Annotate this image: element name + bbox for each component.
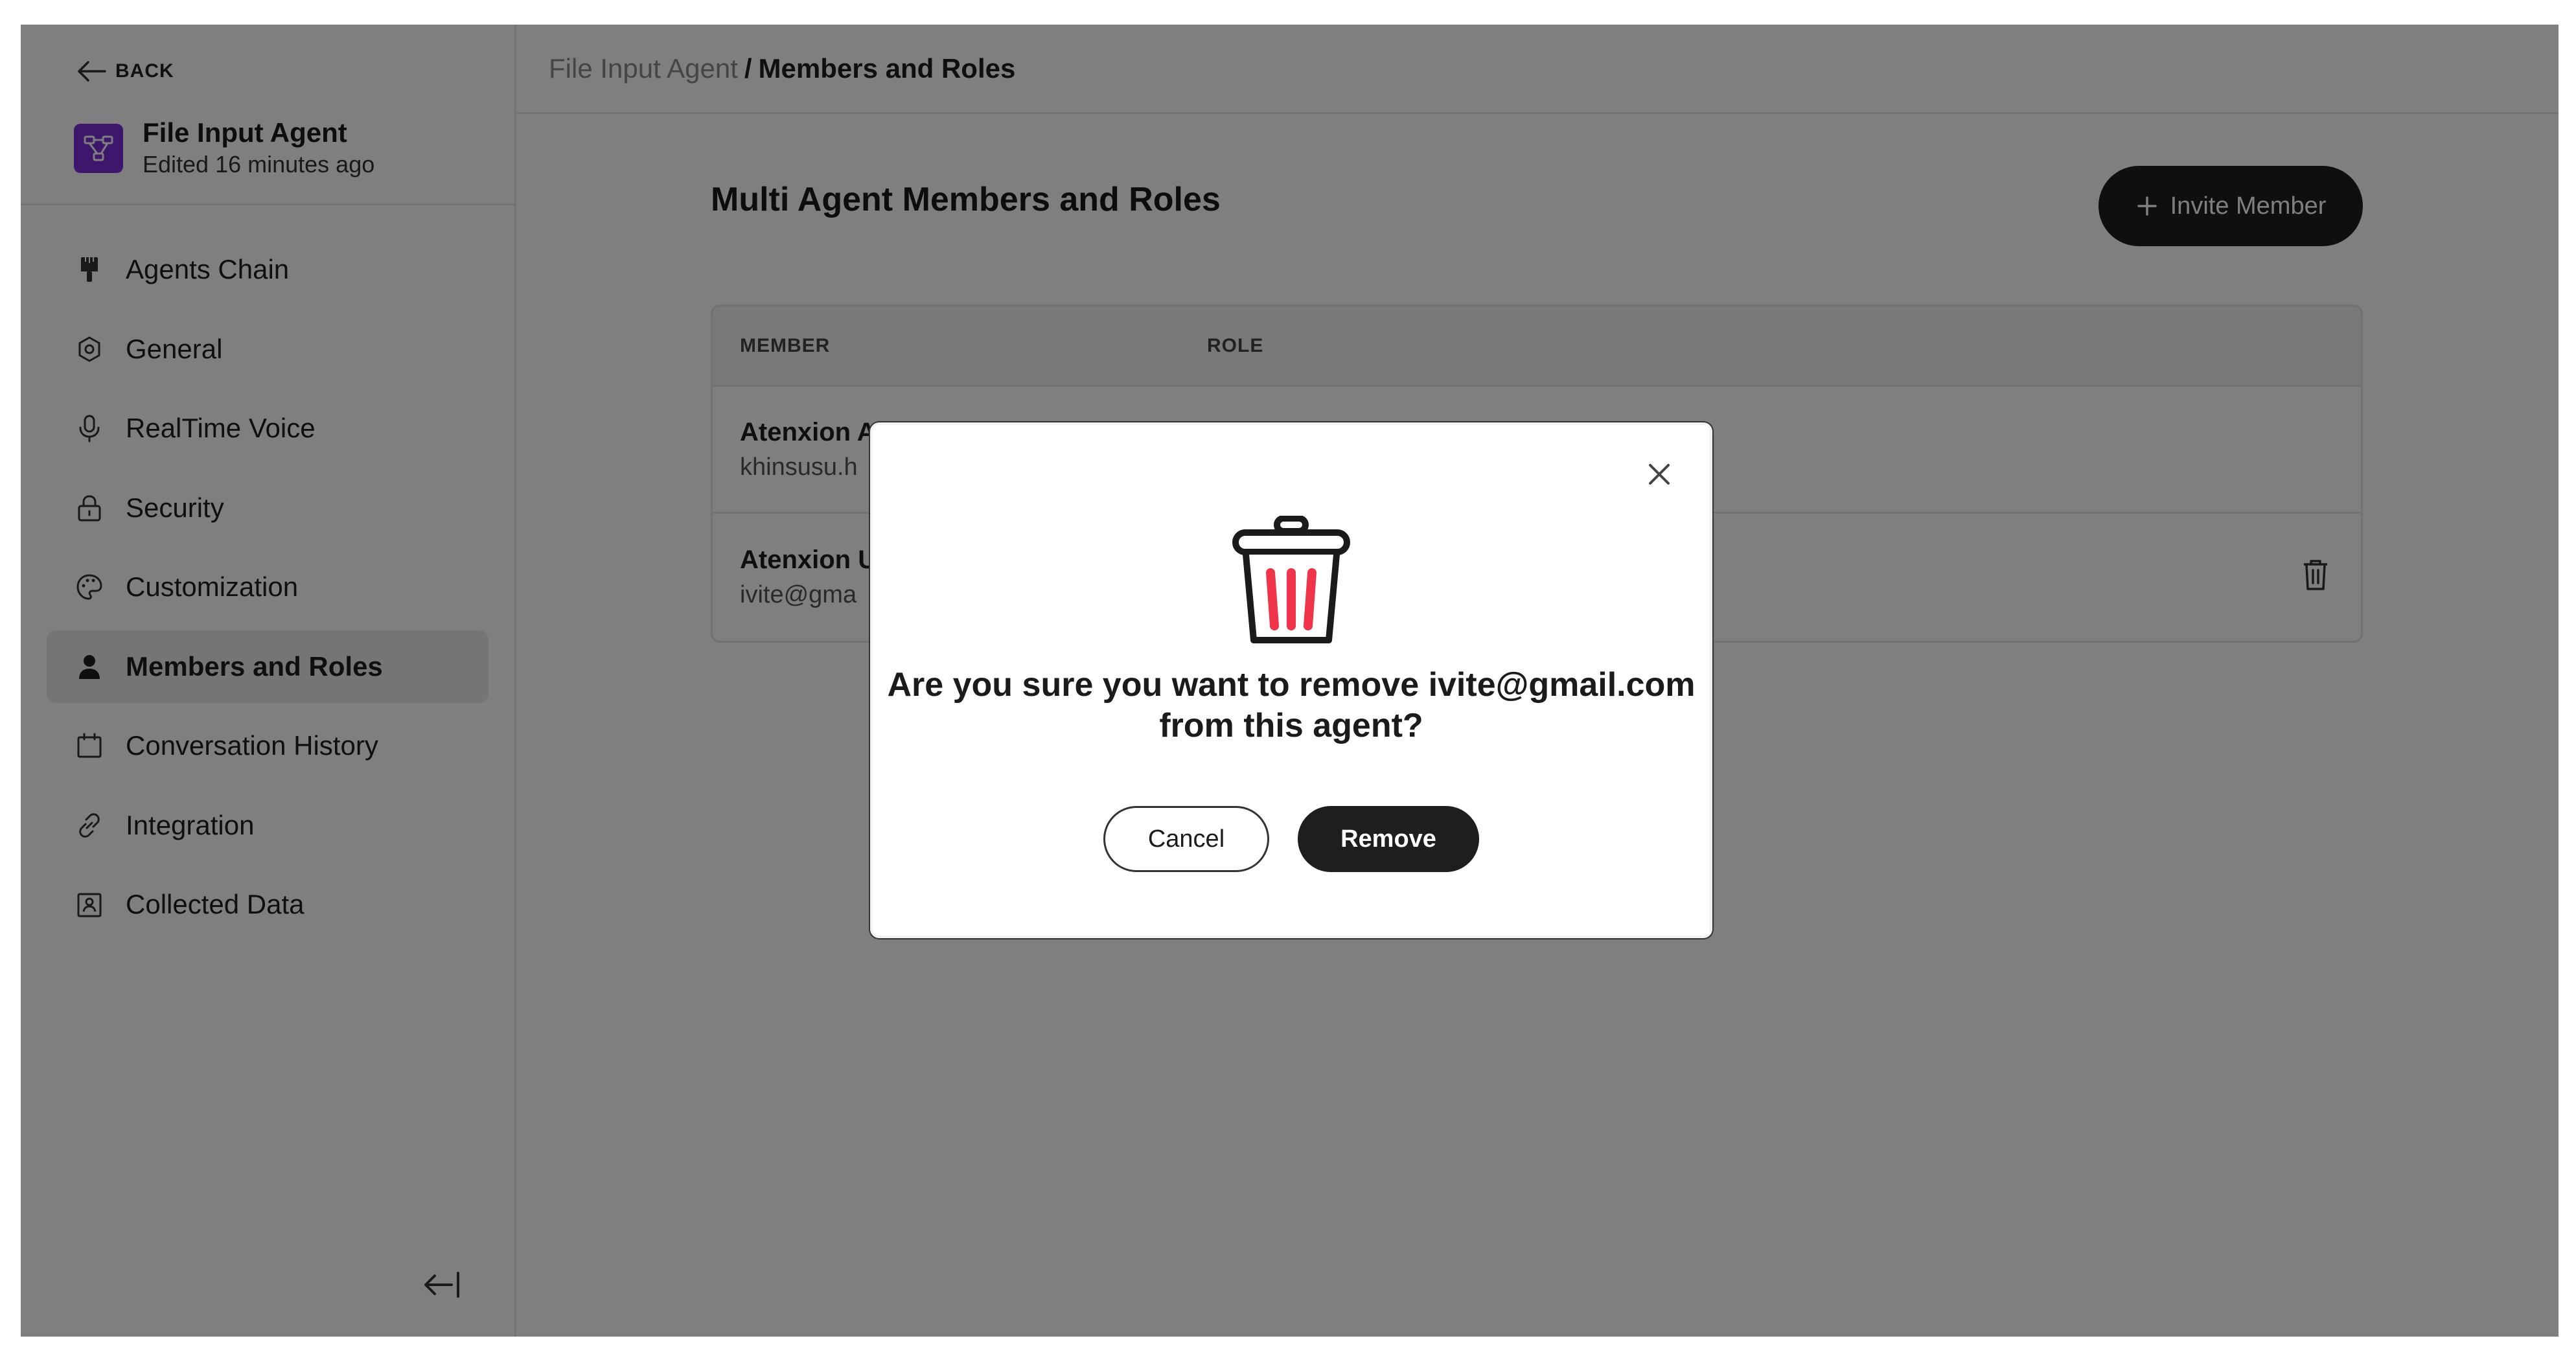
dialog-actions: Cancel Remove <box>873 806 1710 872</box>
confirm-message-line-1: Are you sure you want to remove ivite@gm… <box>887 666 1696 704</box>
confirm-message: Are you sure you want to remove ivite@gm… <box>873 665 1710 747</box>
close-icon[interactable] <box>1641 456 1677 492</box>
confirm-message-line-2: from this agent? <box>1159 707 1423 745</box>
cancel-button[interactable]: Cancel <box>1103 806 1269 872</box>
trash-can-icon <box>1232 516 1350 643</box>
remove-button[interactable]: Remove <box>1298 806 1479 872</box>
remove-member-dialog: Are you sure you want to remove ivite@gm… <box>870 422 1712 938</box>
